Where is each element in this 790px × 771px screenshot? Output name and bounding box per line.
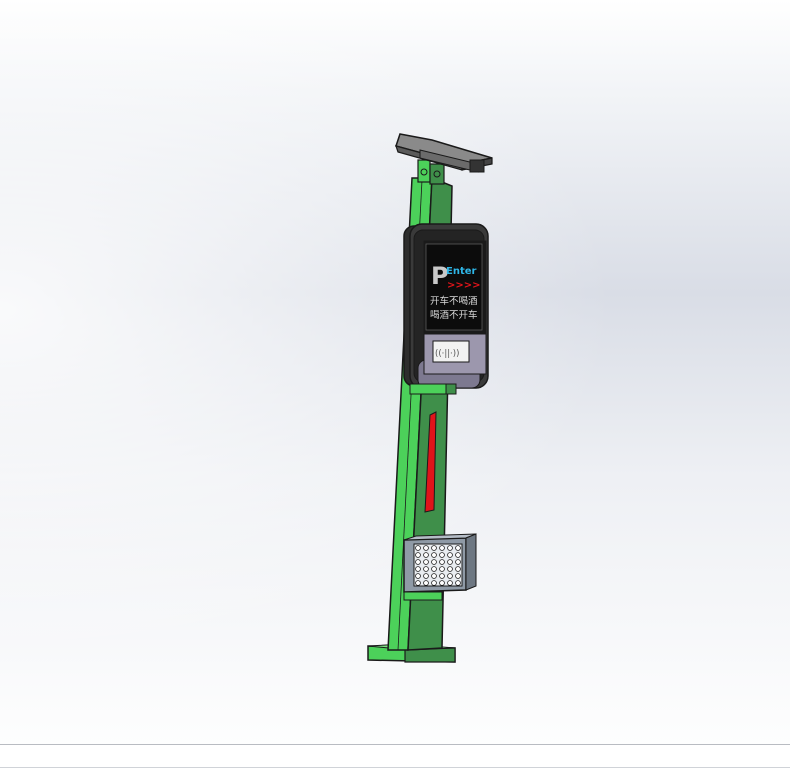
led-dot xyxy=(431,566,437,572)
led-dot xyxy=(415,545,421,551)
led-dot xyxy=(423,580,429,586)
led-dot xyxy=(439,580,445,586)
led-dot xyxy=(439,559,445,565)
led-dot xyxy=(431,545,437,551)
led-dot xyxy=(423,559,429,565)
led-dot xyxy=(439,545,445,551)
screen-line-2: 喝酒不开车 xyxy=(430,309,478,321)
led-dot xyxy=(447,559,453,565)
rfid-card-reader-icon: ((·||·)) xyxy=(435,349,459,359)
led-dot xyxy=(415,580,421,586)
lower-panel: ((·||·)) xyxy=(423,333,487,375)
led-dot xyxy=(447,580,453,586)
led-dot xyxy=(455,566,461,572)
card-reader-label: ((·||·)) xyxy=(435,349,459,359)
led-dot xyxy=(415,566,421,572)
status-bar xyxy=(0,744,790,771)
screen-line-1: 开车不喝酒 xyxy=(430,295,478,307)
led-dot xyxy=(423,566,429,572)
parking-pole-model: P Enter >>>> 开车不喝酒 喝酒不开车 ((·||·)) xyxy=(367,133,493,663)
led-dot xyxy=(415,559,421,565)
led-dot xyxy=(455,545,461,551)
led-dot xyxy=(415,573,421,579)
screen-arrows: >>>> xyxy=(447,280,481,291)
led-fill-light-icon xyxy=(403,533,477,593)
cad-viewport: P Enter >>>> 开车不喝酒 喝酒不开车 ((·||·)) xyxy=(0,0,790,771)
led-dot xyxy=(447,573,453,579)
led-dot xyxy=(455,580,461,586)
led-dot xyxy=(423,552,429,558)
led-dot xyxy=(447,545,453,551)
led-dot xyxy=(431,559,437,565)
led-dot xyxy=(439,573,445,579)
housing-clamp xyxy=(409,383,457,395)
led-dot xyxy=(423,573,429,579)
led-dot xyxy=(447,552,453,558)
led-dot xyxy=(455,552,461,558)
led-dot xyxy=(447,566,453,572)
led-dot xyxy=(439,552,445,558)
light-bracket xyxy=(403,591,443,601)
led-dot xyxy=(431,552,437,558)
led-dot xyxy=(455,559,461,565)
screen-enter-label: Enter xyxy=(446,266,477,277)
led-dot xyxy=(431,580,437,586)
led-dot xyxy=(439,566,445,572)
led-dot xyxy=(431,573,437,579)
led-dot xyxy=(423,545,429,551)
led-dot xyxy=(455,573,461,579)
led-dot xyxy=(415,552,421,558)
led-display-screen: P Enter >>>> 开车不喝酒 喝酒不开车 xyxy=(423,240,487,335)
